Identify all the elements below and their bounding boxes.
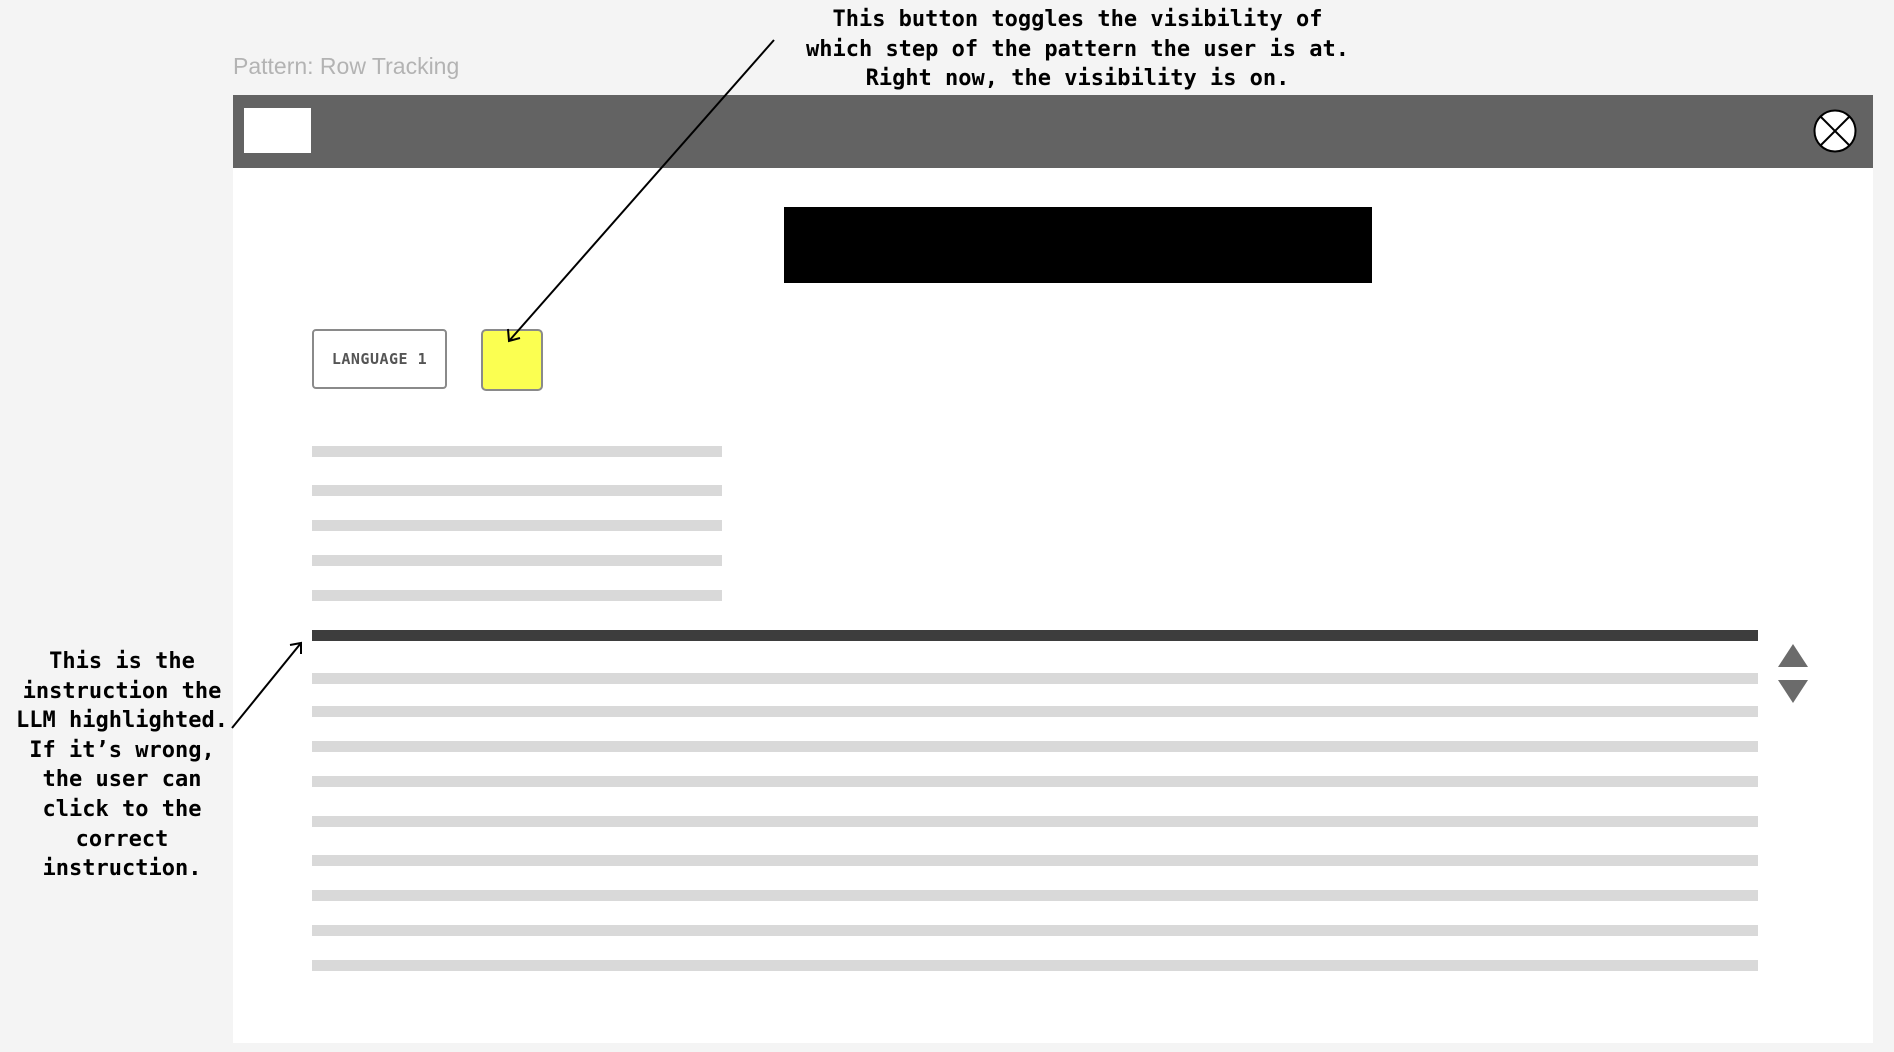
language-button[interactable]: LANGUAGE 1 [312, 329, 447, 389]
annotation-highlight-note: This is the instruction the LLM highligh… [16, 649, 228, 882]
close-button[interactable] [1813, 109, 1857, 153]
instruction-line[interactable] [312, 855, 1758, 866]
header-logo-placeholder [244, 108, 311, 153]
language-button-label: LANGUAGE 1 [331, 350, 428, 368]
row-tracking-toggle-button[interactable] [481, 329, 543, 391]
text-line-placeholder [312, 485, 722, 496]
instruction-line[interactable] [312, 706, 1758, 717]
text-line-placeholder [312, 520, 722, 531]
instruction-line[interactable] [312, 741, 1758, 752]
app-window: LANGUAGE 1 [233, 95, 1873, 1043]
instruction-line[interactable] [312, 816, 1758, 827]
instruction-line[interactable] [312, 776, 1758, 787]
window-header [233, 95, 1873, 168]
text-line-placeholder [312, 446, 722, 457]
instruction-line[interactable] [312, 925, 1758, 936]
annotation-toggle-note: This button toggles the visibility of wh… [805, 7, 1350, 92]
instruction-line[interactable] [312, 890, 1758, 901]
text-line-placeholder [312, 590, 722, 601]
highlighted-instruction-line[interactable] [312, 630, 1758, 641]
triangle-down-icon[interactable] [1778, 680, 1808, 703]
instruction-line[interactable] [312, 960, 1758, 971]
page-label: Pattern: Row Tracking [233, 53, 460, 79]
instruction-line[interactable] [312, 673, 1758, 684]
text-line-placeholder [312, 555, 722, 566]
triangle-up-icon[interactable] [1778, 644, 1808, 667]
close-circle-x-icon [1813, 109, 1857, 153]
pattern-title-placeholder [784, 207, 1372, 283]
